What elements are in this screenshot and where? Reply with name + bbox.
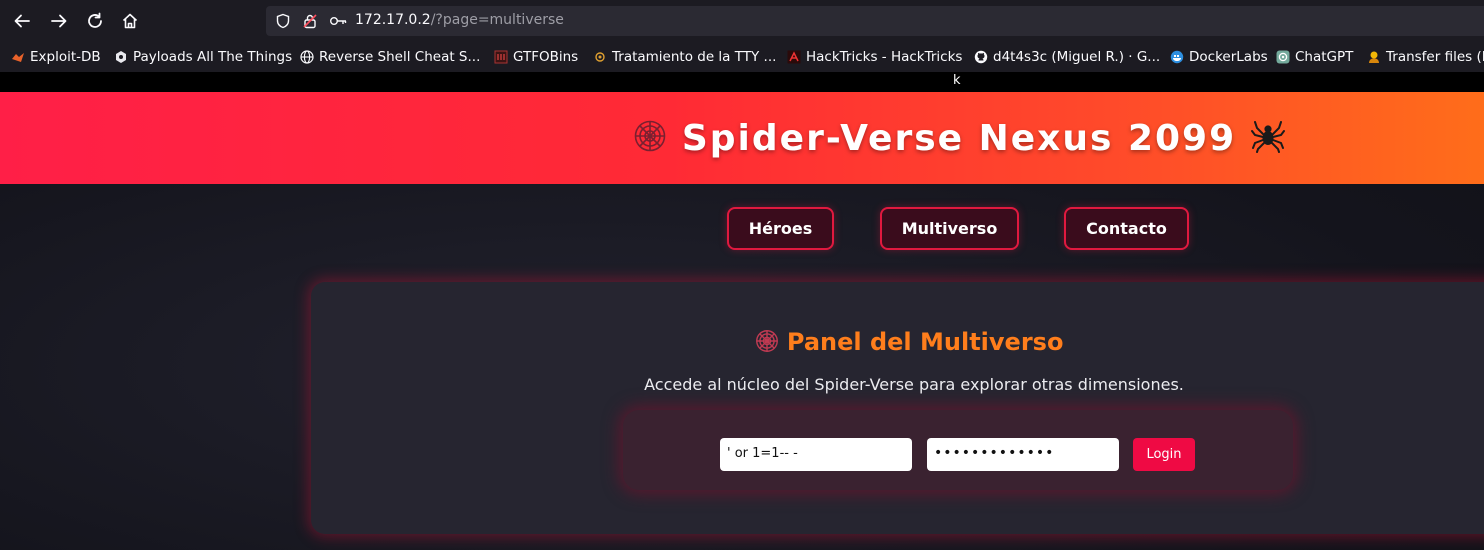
tty-icon bbox=[593, 50, 607, 64]
bookmark-github[interactable]: d4t4s3c (Miguel R.) · G... bbox=[974, 48, 1160, 66]
bookmark-reverse-shell[interactable]: Reverse Shell Cheat S... bbox=[300, 48, 480, 66]
exploit-db-icon bbox=[11, 50, 25, 64]
spider-icon bbox=[1250, 119, 1285, 162]
tooltip-bar: k bbox=[0, 72, 1484, 92]
bookmark-exploit-db[interactable]: Exploit-DB bbox=[11, 48, 101, 66]
nav-contact-button[interactable]: Contacto bbox=[1064, 207, 1189, 250]
multiverse-panel: Panel del Multiverso Accede al núcleo de… bbox=[311, 282, 1484, 534]
login-form: ' or 1=1-- - ••••••••••••• Login bbox=[623, 410, 1293, 490]
insecure-lock-icon[interactable] bbox=[302, 13, 318, 29]
nav-heroes-button[interactable]: Héroes bbox=[727, 207, 834, 250]
password-input[interactable]: ••••••••••••• bbox=[927, 438, 1119, 471]
panel-subtitle: Accede al núcleo del Spider-Verse para e… bbox=[644, 375, 1184, 394]
login-button[interactable]: Login bbox=[1133, 438, 1195, 471]
forward-icon[interactable] bbox=[47, 9, 71, 33]
bookmarks-bar: Exploit-DB Payloads All The Things Rever… bbox=[0, 42, 1484, 72]
site-title: Spider-Verse Nexus 2099 bbox=[0, 118, 1484, 162]
bookmark-payloads[interactable]: Payloads All The Things bbox=[114, 48, 292, 66]
bookmark-gtfobins[interactable]: GTFOBins bbox=[494, 48, 578, 66]
bookmark-chatgpt[interactable]: ChatGPT bbox=[1276, 48, 1353, 66]
hacktricks-icon bbox=[787, 50, 801, 64]
transfer-icon bbox=[1367, 50, 1381, 64]
browser-toolbar: 172.17.0.2/?page=multiverse bbox=[0, 0, 1484, 42]
username-input[interactable]: ' or 1=1-- - bbox=[720, 438, 912, 471]
key-icon[interactable] bbox=[329, 13, 347, 29]
chatgpt-icon bbox=[1276, 50, 1290, 64]
globe-icon bbox=[300, 50, 314, 64]
reload-icon[interactable] bbox=[83, 9, 107, 33]
shield-icon[interactable] bbox=[275, 13, 291, 29]
bookmark-transfer-files[interactable]: Transfer files (P bbox=[1367, 48, 1484, 66]
bookmark-tty[interactable]: Tratamiento de la TTY ... bbox=[593, 48, 776, 66]
url-text[interactable]: 172.17.0.2/?page=multiverse bbox=[355, 12, 564, 28]
spider-web-icon bbox=[755, 329, 779, 359]
back-icon[interactable] bbox=[10, 9, 34, 33]
panel-title: Panel del Multiverso bbox=[311, 328, 1484, 359]
github-icon bbox=[974, 50, 988, 64]
bookmark-hacktricks[interactable]: HackTricks - HackTricks bbox=[787, 48, 962, 66]
bookmark-dockerlabs[interactable]: DockerLabs bbox=[1170, 48, 1268, 66]
dockerlabs-icon bbox=[1170, 50, 1184, 64]
web-page: Spider-Verse Nexus 2099 Héroes Multivers… bbox=[0, 92, 1484, 550]
tooltip-text: k bbox=[953, 73, 961, 88]
url-bar[interactable]: 172.17.0.2/?page=multiverse bbox=[266, 6, 1484, 36]
site-header: Spider-Verse Nexus 2099 bbox=[0, 92, 1484, 184]
spider-web-icon bbox=[633, 119, 667, 162]
home-icon[interactable] bbox=[118, 9, 142, 33]
payloads-icon bbox=[114, 50, 128, 64]
nav-multiverse-button[interactable]: Multiverso bbox=[880, 207, 1019, 250]
gtfobins-icon bbox=[494, 50, 508, 64]
